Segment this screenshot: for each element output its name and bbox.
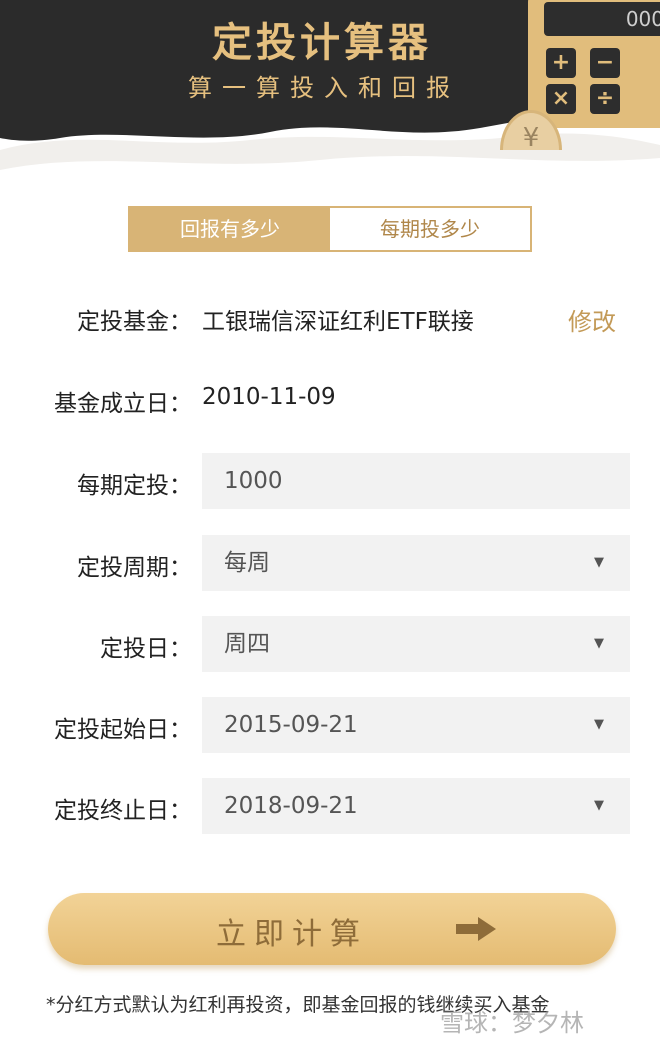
dropdown-caret-icon: ▼ [594,636,604,651]
amount-label: 每期定投： [77,473,192,499]
edit-fund-link[interactable]: 修改 [568,302,616,337]
watermark: 雪球：梦夕林 [440,1009,584,1037]
period-row: 定投周期： 每周 ▼ [0,535,660,591]
calculate-button[interactable]: 立即计算 [48,893,616,965]
page-subtitle: 算一算投入和回报 [188,74,460,102]
period-select[interactable]: 每周 ▼ [202,535,630,591]
day-row: 定投日： 周四 ▼ [0,616,660,672]
tab-returns[interactable]: 回报有多少 [130,208,330,250]
fund-name: 工银瑞信深证红利ETF联接 [202,309,474,335]
end-date-label: 定投终止日： [54,798,192,824]
day-select[interactable]: 周四 ▼ [202,616,630,672]
day-value: 周四 [224,631,270,657]
mode-tabs: 回报有多少 每期投多少 [128,206,532,252]
header: 000 + − × ÷ ¥ 定投计算器 算一算投入和回报 [0,0,660,190]
day-label: 定投日： [100,636,192,662]
start-date-select[interactable]: 2015-09-21 ▼ [202,697,630,753]
fund-label: 定投基金： [77,309,192,335]
amount-field-container [202,453,630,509]
end-date-row: 定投终止日： 2018-09-21 ▼ [0,778,660,834]
dropdown-caret-icon: ▼ [594,798,604,813]
end-date-value: 2018-09-21 [224,793,358,819]
page-title: 定投计算器 [212,20,432,66]
start-date-value: 2015-09-21 [224,712,358,738]
start-date-label: 定投起始日： [54,717,192,743]
period-value: 每周 [224,550,270,576]
period-label: 定投周期： [77,555,192,581]
inception-label: 基金成立日： [54,391,192,417]
start-date-row: 定投起始日： 2015-09-21 ▼ [0,697,660,753]
inception-date: 2010-11-09 [202,384,336,410]
inception-row: 基金成立日： 2010-11-09 [0,384,660,418]
amount-row: 每期定投： [0,453,660,509]
fund-row: 定投基金： 工银瑞信深证红利ETF联接 修改 [0,302,660,336]
dropdown-caret-icon: ▼ [594,717,604,732]
tab-per-period-amount[interactable]: 每期投多少 [330,208,530,250]
dropdown-caret-icon: ▼ [594,555,604,570]
arrow-right-icon [456,917,496,941]
amount-input[interactable] [224,468,604,494]
end-date-select[interactable]: 2018-09-21 ▼ [202,778,630,834]
